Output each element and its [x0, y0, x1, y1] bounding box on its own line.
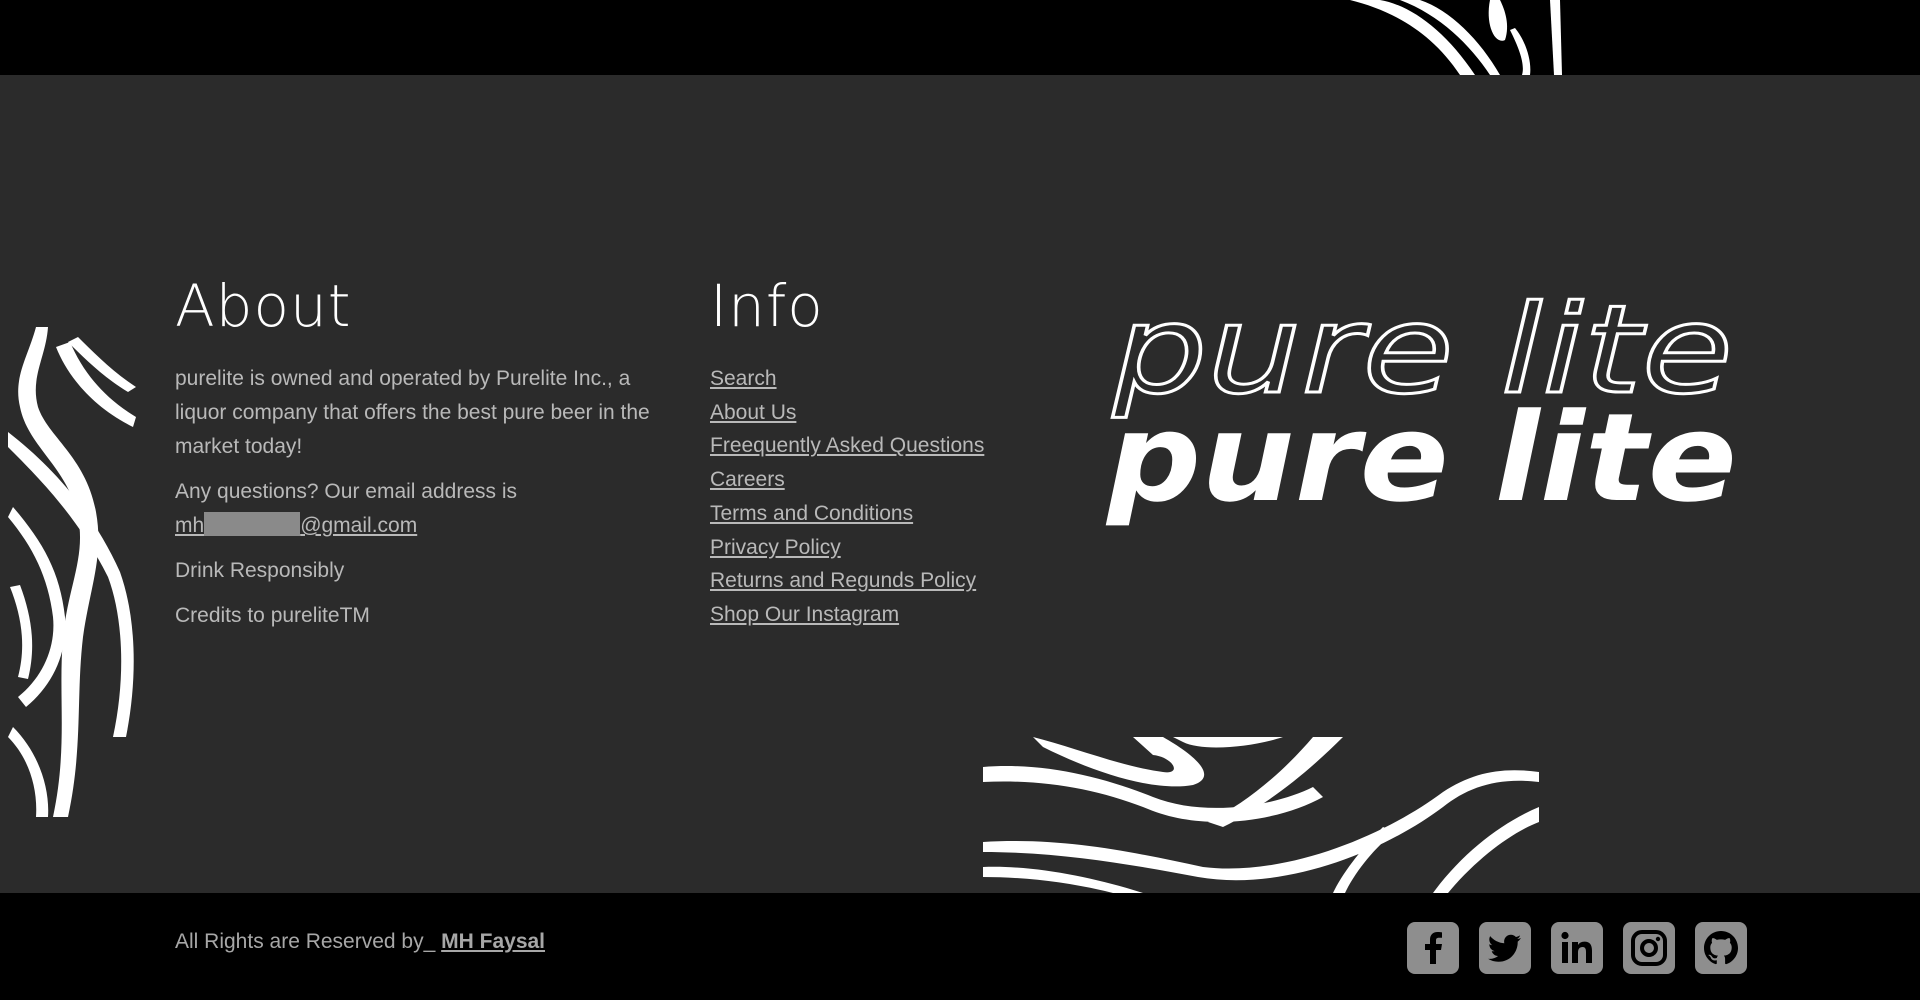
info-link-item: Careers	[710, 463, 1050, 497]
returns-link[interactable]: Returns and Regunds Policy	[710, 569, 976, 592]
about-us-link[interactable]: About Us	[710, 401, 796, 424]
terms-link[interactable]: Terms and Conditions	[710, 502, 913, 525]
credits-text: Credits to pureliteTM	[175, 604, 370, 627]
info-link-item: Search	[710, 362, 1050, 396]
email-start: mh	[175, 514, 205, 537]
purelite-logo: pure lite pure lite	[1105, 292, 1737, 529]
swirl-decoration-bottom	[983, 737, 1539, 893]
about-contact: Any questions? Our email address is mh @g…	[175, 475, 655, 543]
email-end: @gmail.com	[300, 514, 418, 537]
logo-filled-text: pure lite	[1105, 387, 1737, 529]
info-link-item: Returns and Regunds Policy	[710, 564, 1050, 598]
info-section: Info Search About Us Freequently Asked Q…	[710, 272, 1050, 632]
instagram-icon[interactable]	[1623, 922, 1675, 974]
info-link-item: Freequently Asked Questions	[710, 429, 1050, 463]
author-link[interactable]: MH Faysal	[441, 930, 545, 953]
facebook-icon[interactable]	[1407, 922, 1459, 974]
copyright: All Rights are Reserved by_ MH Faysal	[175, 930, 545, 954]
privacy-link[interactable]: Privacy Policy	[710, 536, 841, 559]
about-content: purelite is owned and operated by Pureli…	[175, 362, 655, 633]
rights-text: All Rights are Reserved by_	[175, 930, 436, 953]
swirl-decoration-top	[1350, 0, 1562, 75]
email-redaction	[204, 512, 301, 536]
drink-note: Drink Responsibly	[175, 559, 345, 582]
twitter-icon[interactable]	[1479, 922, 1531, 974]
linkedin-icon[interactable]	[1551, 922, 1603, 974]
info-link-item: Privacy Policy	[710, 531, 1050, 565]
social-links	[1407, 922, 1747, 974]
swirl-decoration-left	[8, 327, 136, 817]
careers-link[interactable]: Careers	[710, 468, 785, 491]
search-link[interactable]: Search	[710, 367, 777, 390]
email-link[interactable]: mh @gmail.com	[175, 512, 418, 537]
github-icon[interactable]	[1695, 922, 1747, 974]
about-section: About purelite is owned and operated by …	[175, 272, 655, 644]
about-heading: About	[175, 272, 352, 340]
info-heading: Info	[710, 272, 824, 340]
contact-prefix: Any questions? Our email address is	[175, 480, 517, 503]
about-description: purelite is owned and operated by Pureli…	[175, 367, 650, 458]
info-link-item: Terms and Conditions	[710, 497, 1050, 531]
info-links: Search About Us Freequently Asked Questi…	[710, 362, 1050, 632]
top-band	[0, 0, 1920, 75]
instagram-shop-link[interactable]: Shop Our Instagram	[710, 603, 899, 626]
info-link-item: About Us	[710, 396, 1050, 430]
info-link-item: Shop Our Instagram	[710, 598, 1050, 632]
faq-link[interactable]: Freequently Asked Questions	[710, 434, 984, 457]
